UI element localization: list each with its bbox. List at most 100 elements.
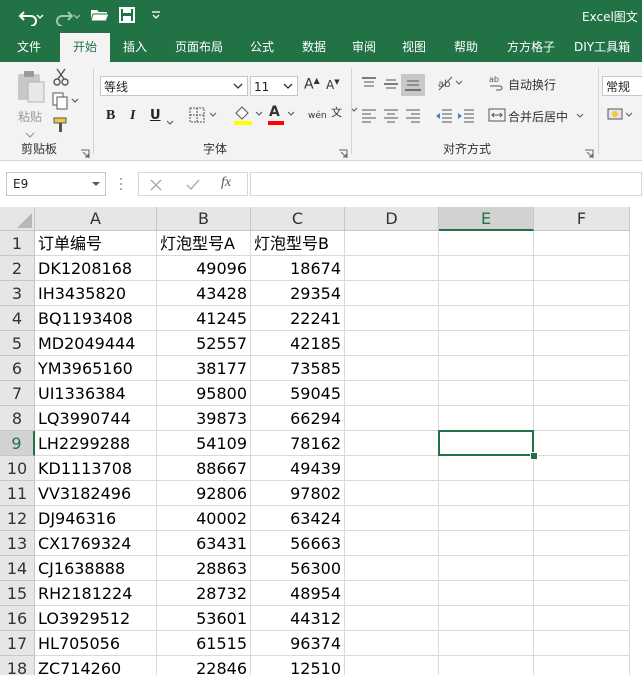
cell-f16[interactable] (534, 606, 630, 631)
increase-indent-icon[interactable] (456, 108, 476, 128)
cell-a16[interactable]: LO3929512 (35, 606, 157, 631)
cell-a10[interactable]: KD1113708 (35, 456, 157, 481)
cell-d17[interactable] (345, 631, 439, 656)
cell-f12[interactable] (534, 506, 630, 531)
cell-f2[interactable] (534, 256, 630, 281)
font-launcher-icon[interactable] (338, 144, 348, 158)
shrink-font-button[interactable]: A▼ (326, 78, 340, 92)
cell-e7[interactable] (439, 381, 534, 406)
cell-a12[interactable]: DJ946316 (35, 506, 157, 531)
cell-e15[interactable] (439, 581, 534, 606)
cell-c17[interactable]: 96374 (251, 631, 345, 656)
column-header-f[interactable]: F (534, 207, 630, 231)
select-all-corner[interactable] (0, 207, 35, 231)
cell-f4[interactable] (534, 306, 630, 331)
insert-function-button[interactable]: fx (221, 175, 231, 191)
cell-f7[interactable] (534, 381, 630, 406)
cell-a11[interactable]: VV3182496 (35, 481, 157, 506)
cell-f10[interactable] (534, 456, 630, 481)
cancel-icon[interactable] (149, 177, 163, 196)
bold-button[interactable]: B (106, 108, 115, 124)
row-header-2[interactable]: 2 (0, 256, 35, 281)
cell-f13[interactable] (534, 531, 630, 556)
cell-c6[interactable]: 73585 (251, 356, 345, 381)
cell-e16[interactable] (439, 606, 534, 631)
italic-button[interactable]: I (130, 108, 135, 124)
tab-data[interactable]: 数据 (292, 33, 336, 62)
customize-qat-icon[interactable] (150, 6, 172, 26)
cell-e8[interactable] (439, 406, 534, 431)
undo-icon[interactable] (18, 6, 44, 27)
align-bottom-icon[interactable] (401, 74, 425, 96)
cell-e13[interactable] (439, 531, 534, 556)
cell-b12[interactable]: 40002 (157, 506, 251, 531)
row-header-12[interactable]: 12 (0, 506, 35, 531)
cell-e17[interactable] (439, 631, 534, 656)
fill-handle[interactable] (530, 452, 538, 460)
cell-e1[interactable] (439, 231, 534, 256)
cell-b10[interactable]: 88667 (157, 456, 251, 481)
borders-icon[interactable] (188, 106, 218, 128)
enter-check-icon[interactable] (185, 177, 201, 196)
orientation-icon[interactable]: ab (436, 74, 466, 96)
cell-e11[interactable] (439, 481, 534, 506)
cell-b15[interactable]: 28732 (157, 581, 251, 606)
cell-d12[interactable] (345, 506, 439, 531)
cell-b3[interactable]: 43428 (157, 281, 251, 306)
cell-d2[interactable] (345, 256, 439, 281)
paste-button[interactable]: 粘贴 (10, 68, 50, 138)
cell-f9[interactable] (534, 431, 630, 456)
cell-a18[interactable]: ZC714260 (35, 656, 157, 675)
clipboard-launcher-icon[interactable] (80, 144, 90, 158)
row-header-1[interactable]: 1 (0, 231, 35, 256)
column-header-a[interactable]: A (35, 207, 157, 231)
cell-d16[interactable] (345, 606, 439, 631)
grow-font-button[interactable]: A▲ (304, 76, 320, 93)
row-header-5[interactable]: 5 (0, 331, 35, 356)
cell-c13[interactable]: 56663 (251, 531, 345, 556)
row-header-6[interactable]: 6 (0, 356, 35, 381)
cell-d11[interactable] (345, 481, 439, 506)
cell-e10[interactable] (439, 456, 534, 481)
cell-e18[interactable] (439, 656, 534, 675)
tab-formulas[interactable]: 公式 (240, 33, 284, 62)
underline-button[interactable]: U (150, 108, 161, 123)
cell-c5[interactable]: 42185 (251, 331, 345, 356)
cell-c7[interactable]: 59045 (251, 381, 345, 406)
cell-c12[interactable]: 63424 (251, 506, 345, 531)
cell-a5[interactable]: MD2049444 (35, 331, 157, 356)
cell-d5[interactable] (345, 331, 439, 356)
align-top-icon[interactable] (360, 76, 378, 96)
column-header-e[interactable]: E (439, 207, 534, 231)
tab-file[interactable]: 文件 (2, 33, 56, 62)
column-header-c[interactable]: C (251, 207, 345, 231)
cell-e9[interactable] (439, 431, 534, 456)
cell-b4[interactable]: 41245 (157, 306, 251, 331)
cut-icon[interactable] (52, 68, 70, 90)
cell-c16[interactable]: 44312 (251, 606, 345, 631)
cell-f17[interactable] (534, 631, 630, 656)
cell-b1[interactable]: 灯泡型号A (157, 231, 251, 256)
row-header-13[interactable]: 13 (0, 531, 35, 556)
accounting-format-icon[interactable] (606, 106, 636, 128)
cell-f3[interactable] (534, 281, 630, 306)
cell-f6[interactable] (534, 356, 630, 381)
cell-c11[interactable]: 97802 (251, 481, 345, 506)
cell-e3[interactable] (439, 281, 534, 306)
cell-b5[interactable]: 52557 (157, 331, 251, 356)
cell-f8[interactable] (534, 406, 630, 431)
cell-d10[interactable] (345, 456, 439, 481)
cell-b16[interactable]: 53601 (157, 606, 251, 631)
cell-b8[interactable]: 39873 (157, 406, 251, 431)
number-format-select[interactable]: 常规 (602, 76, 642, 96)
wrap-text-button[interactable]: ab 自动换行 (488, 74, 556, 96)
align-center-icon[interactable] (382, 108, 400, 128)
cell-b18[interactable]: 22846 (157, 656, 251, 675)
cell-b14[interactable]: 28863 (157, 556, 251, 581)
underline-dropdown-icon[interactable] (166, 112, 174, 131)
row-header-8[interactable]: 8 (0, 406, 35, 431)
tab-help[interactable]: 帮助 (444, 33, 488, 62)
tab-diy-toolbox[interactable]: DIY工具箱 (574, 33, 642, 62)
cell-f1[interactable] (534, 231, 630, 256)
row-header-3[interactable]: 3 (0, 281, 35, 306)
